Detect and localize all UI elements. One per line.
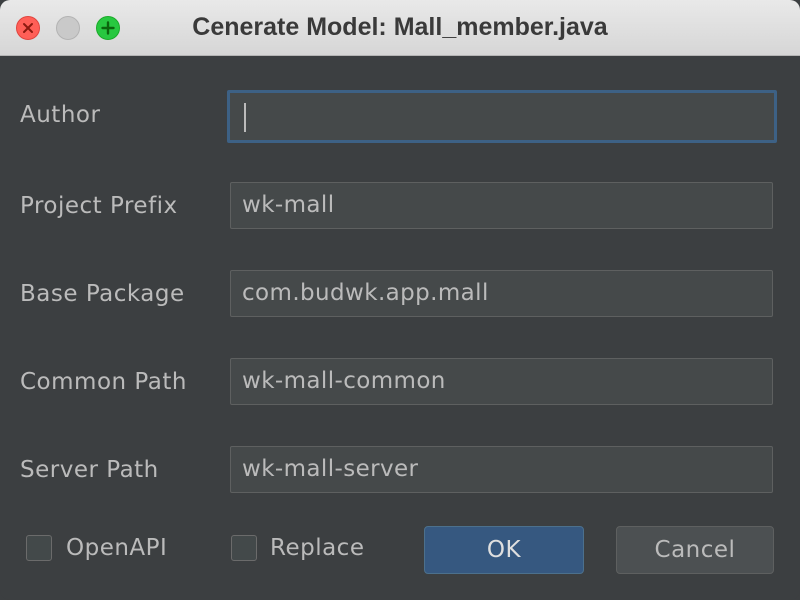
base-package-input[interactable]: com.budwk.app.mall <box>230 270 773 317</box>
replace-label[interactable]: Replace <box>270 535 364 561</box>
project-prefix-input[interactable]: wk-mall <box>230 182 773 229</box>
server-path-input[interactable]: wk-mall-server <box>230 446 773 493</box>
close-icon <box>23 23 33 33</box>
project-prefix-value: wk-mall <box>242 192 335 218</box>
maximize-button[interactable] <box>96 16 120 40</box>
author-label: Author <box>20 102 101 128</box>
openapi-label[interactable]: OpenAPI <box>66 535 167 561</box>
title-bar[interactable]: Cenerate Model: Mall_member.java <box>0 0 800 56</box>
ok-button[interactable]: OK <box>424 526 584 574</box>
common-path-label: Common Path <box>20 369 187 395</box>
plus-icon <box>101 21 115 35</box>
project-prefix-label: Project Prefix <box>20 193 178 219</box>
text-caret <box>244 103 246 132</box>
common-path-value: wk-mall-common <box>242 368 446 394</box>
dialog-window: Cenerate Model: Mall_member.java Author … <box>0 0 800 600</box>
close-button[interactable] <box>16 16 40 40</box>
author-input[interactable] <box>227 90 777 143</box>
server-path-value: wk-mall-server <box>242 456 419 482</box>
replace-checkbox[interactable] <box>231 535 257 561</box>
base-package-value: com.budwk.app.mall <box>242 280 489 306</box>
window-title: Cenerate Model: Mall_member.java <box>192 13 608 41</box>
base-package-label: Base Package <box>20 281 185 307</box>
minimize-button[interactable] <box>56 16 80 40</box>
server-path-label: Server Path <box>20 457 159 483</box>
openapi-checkbox[interactable] <box>26 535 52 561</box>
cancel-button[interactable]: Cancel <box>616 526 774 574</box>
common-path-input[interactable]: wk-mall-common <box>230 358 773 405</box>
